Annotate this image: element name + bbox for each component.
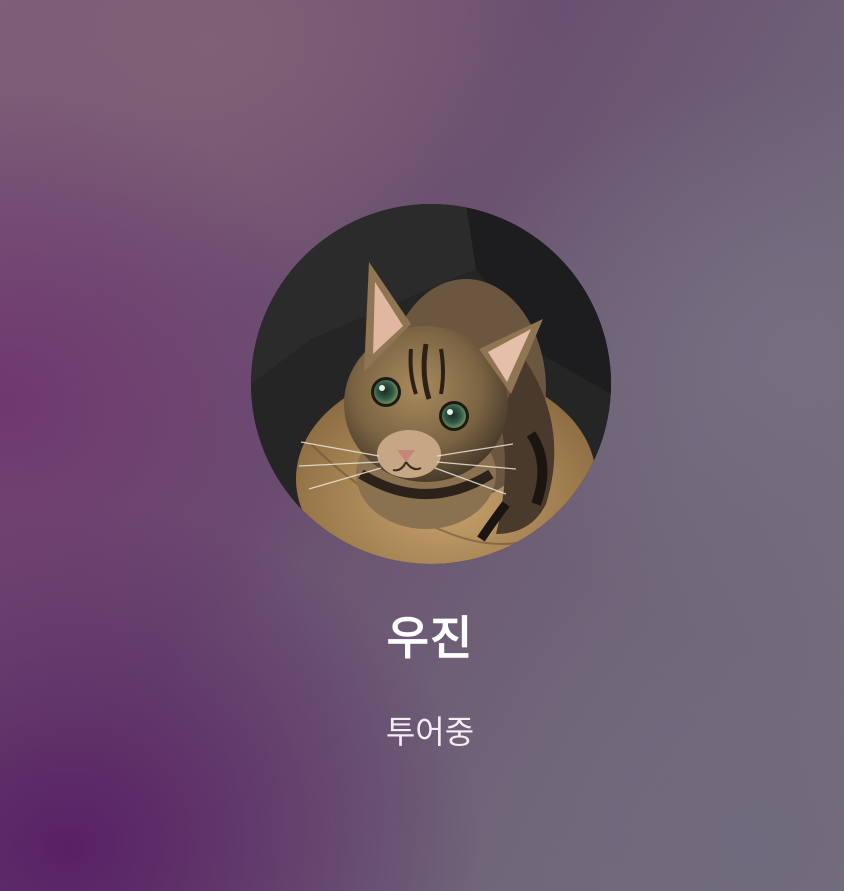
profile-avatar[interactable] [251,204,611,564]
profile-card: 우진 투어중 [0,0,844,891]
profile-name: 우진 [386,611,474,665]
profile-status-message: 투어중 [385,713,475,751]
cat-photo-icon [251,204,611,564]
